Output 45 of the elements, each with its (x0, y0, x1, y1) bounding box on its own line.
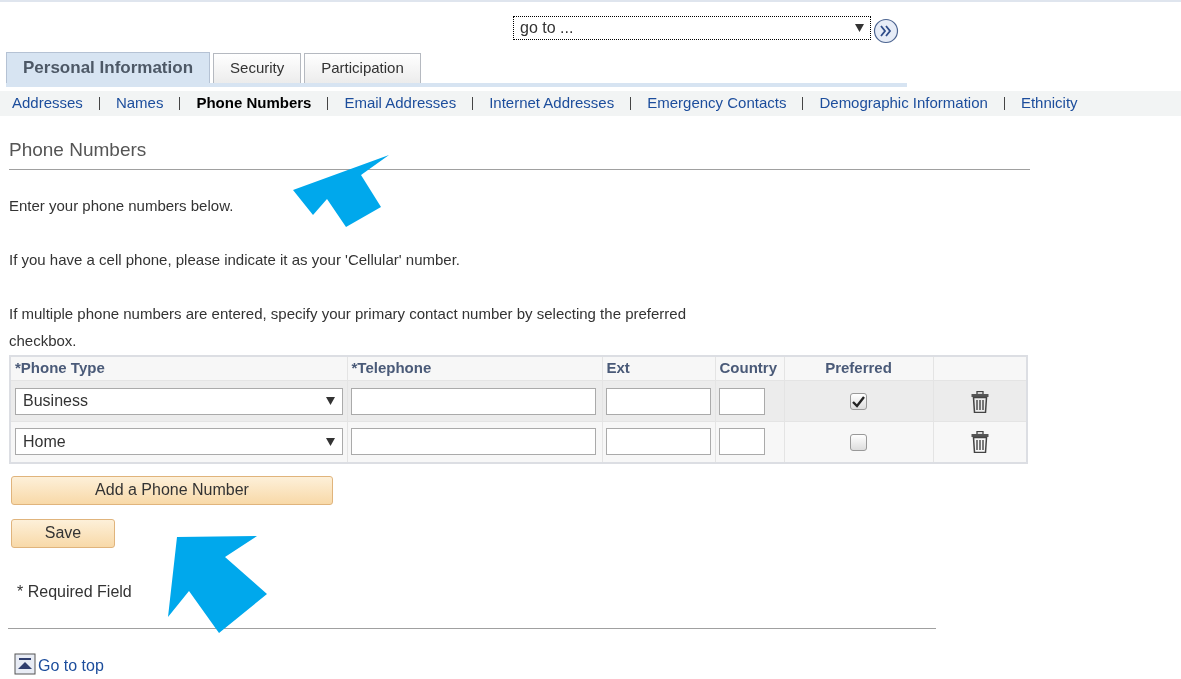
column-header: *Phone Type (15, 359, 105, 376)
dropdown-caret-icon (325, 397, 335, 405)
section-link[interactable]: Email Addresses (344, 92, 457, 115)
tab[interactable]: Personal Information (6, 52, 211, 83)
preferred-checkbox[interactable] (850, 393, 867, 411)
section-link[interactable]: Emergency Contacts (647, 92, 787, 115)
section-link[interactable]: Internet Addresses (489, 92, 615, 115)
go-to-top-icon (14, 652, 36, 675)
phone-type-value: Business (23, 391, 88, 411)
phone-type-dropdown[interactable]: Home (15, 428, 343, 456)
phone-type-value: Home (23, 431, 66, 452)
column-header: Preferred (825, 359, 892, 376)
add-phone-button[interactable]: Add a Phone Number (11, 475, 333, 505)
trash-icon[interactable] (970, 390, 989, 413)
column-header: Country (719, 359, 777, 376)
goto-value: go to ... (520, 18, 574, 38)
section-link[interactable]: Demographic Information (819, 92, 988, 115)
section-link[interactable]: Ethnicity (1020, 92, 1078, 115)
column-header: *Telephone (351, 359, 432, 376)
dropdown-caret-icon (325, 437, 335, 446)
country-field[interactable] (718, 387, 765, 415)
extension-field[interactable] (605, 428, 711, 456)
instruction-text: If you have a cell phone, please indicate it as your 'Cellular' number. (9, 249, 461, 270)
telephone-field[interactable] (350, 387, 596, 415)
go-to-top-link[interactable]: Go to top (38, 656, 104, 675)
tab[interactable]: Security (213, 53, 302, 83)
section-link[interactable]: Phone Numbers (196, 92, 312, 115)
page-heading: Phone Numbers (9, 138, 148, 162)
extension-field[interactable] (605, 387, 711, 415)
required-field-note: * Required Field (17, 582, 132, 600)
section-link[interactable]: Names (115, 92, 164, 115)
forward-icon[interactable] (873, 17, 899, 44)
preferred-checkbox[interactable] (850, 434, 867, 452)
goto-dropdown[interactable]: go to ... (513, 16, 871, 40)
section-link[interactable]: Addresses (12, 92, 83, 115)
telephone-field[interactable] (350, 428, 596, 456)
tab[interactable]: Participation (304, 53, 421, 83)
column-header: Ext (606, 359, 630, 376)
instruction-text: If multiple phone numbers are entered, specify your primary contact number by selecting the preferred checkbox. (9, 303, 687, 351)
save-button[interactable]: Save (11, 518, 115, 548)
phone-type-dropdown[interactable]: Business (15, 387, 343, 415)
country-field[interactable] (718, 428, 765, 456)
dropdown-caret-icon (855, 24, 864, 32)
instruction-text: Enter your phone numbers below. (9, 195, 235, 216)
trash-icon[interactable] (970, 431, 989, 454)
